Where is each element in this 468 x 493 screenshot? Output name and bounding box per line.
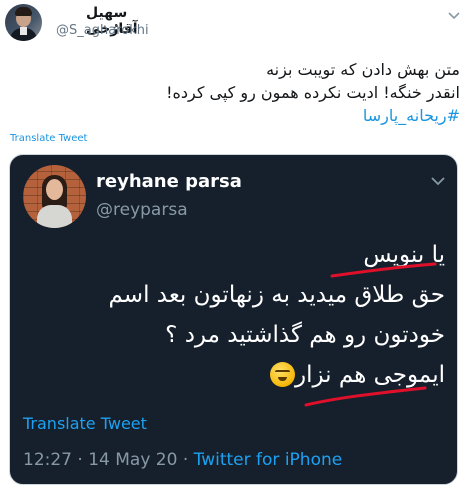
- chevron-down-icon: [431, 177, 445, 186]
- embedded-meta: 12:27 · 14 May 20 · Twitter for iPhone: [23, 450, 342, 470]
- tweet-text-line: انقدر خنگه! ادیت نکرده همون رو کپی کرده!: [166, 83, 460, 102]
- embedded-text-line: خودتون رو هم گذاشتید مرد ؟: [165, 322, 445, 348]
- embedded-time: 12:27: [23, 450, 72, 470]
- embedded-translate-link: Translate Tweet: [23, 414, 147, 433]
- meta-separator: ·: [182, 450, 189, 470]
- meta-separator: ·: [77, 450, 83, 470]
- embedded-text-line: ایموجی هم نزار: [25, 355, 445, 395]
- embedded-tweet-screenshot: reyhane parsa @reyparsa یا بنویس حق طلاق…: [9, 154, 458, 485]
- author-handle[interactable]: @S_agharokhi: [56, 23, 149, 38]
- embedded-text-line: یا بنویس: [363, 242, 445, 268]
- triumph-face-emoji: [269, 362, 295, 387]
- embedded-source: Twitter for iPhone: [193, 450, 343, 470]
- embedded-text-line: حق طلاق میدید به زنهاتون بعد اسم: [108, 282, 445, 308]
- hashtag-link[interactable]: #ریحانه_پارسا: [20, 104, 460, 127]
- avatar[interactable]: [5, 4, 42, 41]
- tweet-text-line: متن بهش دادن که تویبت بزنه: [266, 60, 460, 79]
- embedded-author-handle: @reyparsa: [96, 200, 188, 220]
- embedded-author-name: reyhane parsa: [96, 171, 242, 192]
- tweet-text: متن بهش دادن که تویبت بزنه انقدر خنگه! ا…: [20, 58, 460, 127]
- embedded-text-line-content: ایموجی هم نزار: [294, 362, 445, 388]
- embedded-tweet-text: یا بنویس حق طلاق میدید به زنهاتون بعد اس…: [25, 235, 445, 395]
- tweet-header: سهیل آقارُخی @S_agharokhi: [0, 0, 468, 48]
- chevron-down-icon[interactable]: [448, 12, 460, 20]
- translate-tweet-link[interactable]: Translate Tweet: [10, 133, 87, 144]
- embedded-date: 14 May 20: [88, 450, 178, 470]
- embedded-avatar: [23, 165, 86, 228]
